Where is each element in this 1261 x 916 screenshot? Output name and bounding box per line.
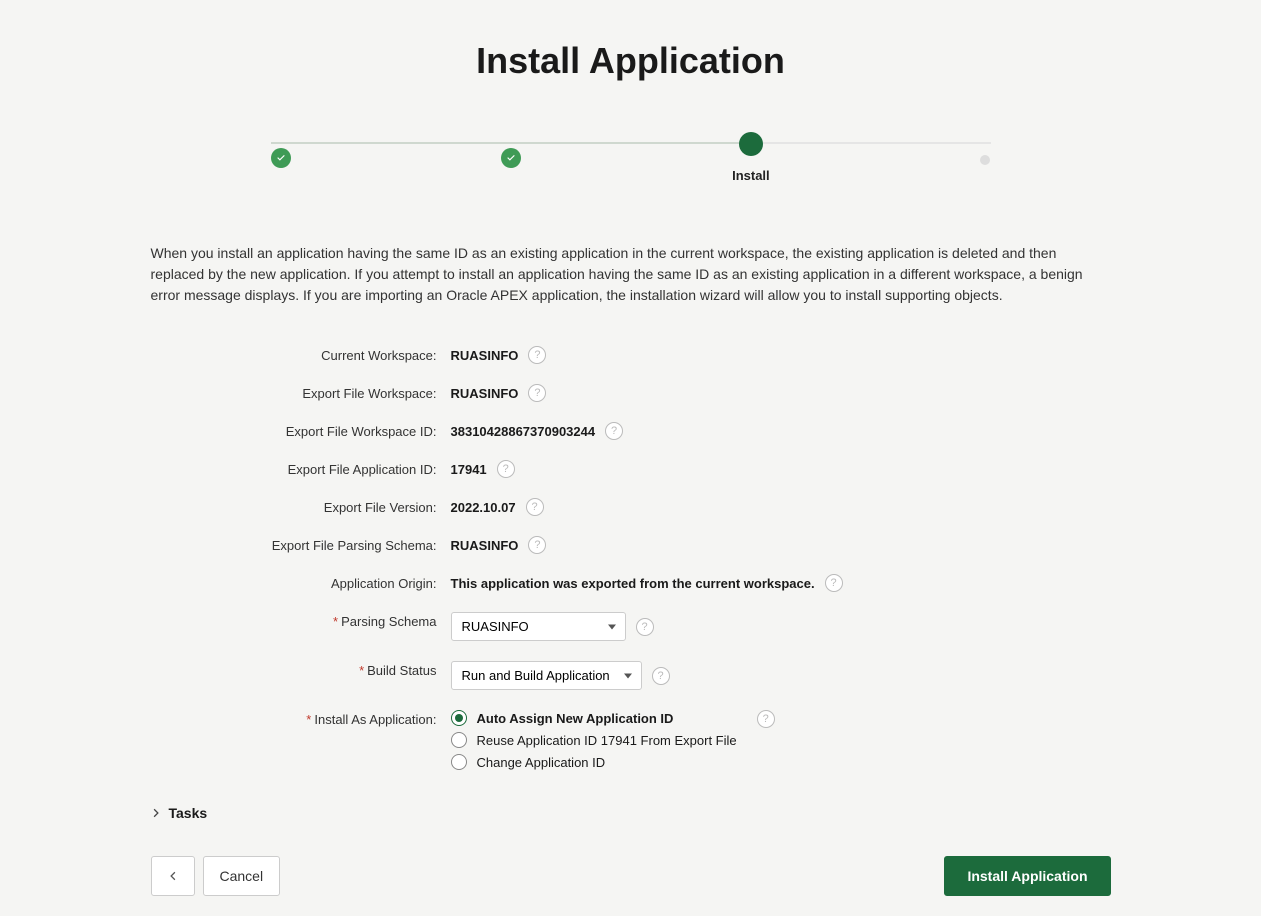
value-current-workspace: RUASINFO [451,348,519,363]
wizard-step-1 [271,148,291,168]
help-icon[interactable]: ? [652,667,670,685]
radio-auto-assign[interactable] [451,710,467,726]
check-icon [501,148,521,168]
help-icon[interactable]: ? [497,460,515,478]
previous-button[interactable] [151,856,195,896]
current-step-icon [739,132,763,156]
label-parsing-schema: *Parsing Schema [151,612,451,629]
value-export-parsing-schema: RUASINFO [451,538,519,553]
help-icon[interactable]: ? [528,536,546,554]
label-export-workspace-id: Export File Workspace ID: [151,422,451,439]
intro-text: When you install an application having t… [151,243,1111,306]
value-export-workspace-id: 38310428867370903244 [451,424,596,439]
radio-change-id[interactable] [451,754,467,770]
wizard-step-4 [980,150,990,165]
help-icon[interactable]: ? [528,384,546,402]
pending-step-icon [980,155,990,165]
page-title: Install Application [151,40,1111,82]
check-icon [271,148,291,168]
radio-label-reuse: Reuse Application ID 17941 From Export F… [477,733,737,748]
label-export-workspace: Export File Workspace: [151,384,451,401]
label-export-version: Export File Version: [151,498,451,515]
chevron-right-icon [151,805,161,821]
progress-line [271,142,991,144]
radio-label-auto: Auto Assign New Application ID [477,711,674,726]
tasks-toggle[interactable]: Tasks [151,805,1111,821]
label-current-workspace: Current Workspace: [151,346,451,363]
current-step-label: Install [732,168,770,183]
install-as-radio-group: Auto Assign New Application ID Reuse App… [451,710,737,770]
help-icon[interactable]: ? [526,498,544,516]
radio-label-change: Change Application ID [477,755,606,770]
help-icon[interactable]: ? [825,574,843,592]
chevron-left-icon [168,869,178,883]
help-icon[interactable]: ? [528,346,546,364]
parsing-schema-select[interactable]: RUASINFO [451,612,626,641]
cancel-button[interactable]: Cancel [203,856,281,896]
build-status-select[interactable]: Run and Build Application [451,661,642,690]
wizard-progress: Install [271,132,991,183]
value-export-version: 2022.10.07 [451,500,516,515]
help-icon[interactable]: ? [605,422,623,440]
help-icon[interactable]: ? [757,710,775,728]
label-build-status: *Build Status [151,661,451,678]
label-export-app-id: Export File Application ID: [151,460,451,477]
label-export-parsing-schema: Export File Parsing Schema: [151,536,451,553]
wizard-step-2 [501,148,521,168]
value-application-origin: This application was exported from the c… [451,576,815,591]
tasks-label: Tasks [169,805,208,821]
install-application-button[interactable]: Install Application [944,856,1110,896]
wizard-step-3-current: Install [732,132,770,183]
label-application-origin: Application Origin: [151,574,451,591]
value-export-workspace: RUASINFO [451,386,519,401]
value-export-app-id: 17941 [451,462,487,477]
install-form: Current Workspace: RUASINFO ? Export Fil… [151,336,1111,780]
help-icon[interactable]: ? [636,618,654,636]
label-install-as: *Install As Application: [151,710,451,727]
radio-reuse-id[interactable] [451,732,467,748]
